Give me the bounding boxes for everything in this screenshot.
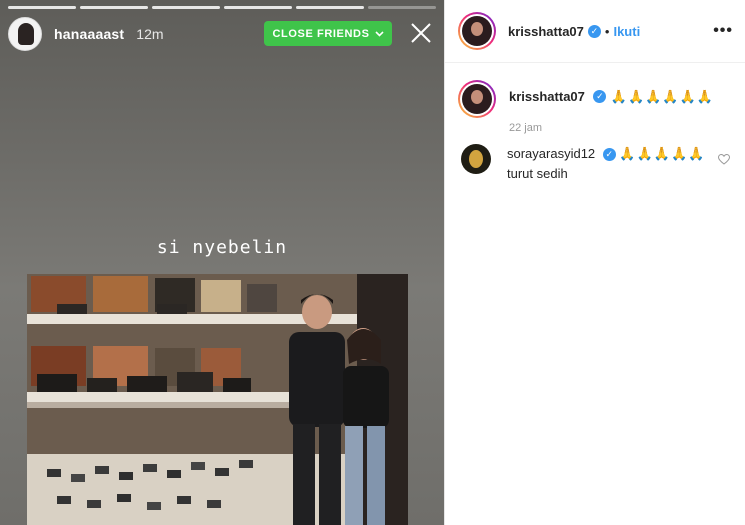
- comment-emoji: 🙏🙏🙏🙏🙏: [619, 146, 706, 161]
- post-header: krisshatta07 ✓ • Ikuti •••: [445, 0, 745, 63]
- separator-dot: •: [604, 23, 610, 39]
- verified-badge-icon: ✓: [602, 148, 616, 162]
- progress-segment: [224, 6, 292, 9]
- comment-row: sorayarasyid12 ✓ 🙏🙏🙏🙏🙏 turut sedih: [458, 134, 732, 181]
- progress-segment: [80, 6, 148, 9]
- follow-button[interactable]: Ikuti: [613, 24, 640, 39]
- story-time: 12m: [136, 26, 164, 42]
- comment-block: sorayarasyid12 ✓ 🙏🙏🙏🙏🙏 turut sedih: [507, 144, 705, 181]
- story-avatar[interactable]: [8, 17, 42, 51]
- post-username[interactable]: krisshatta07: [508, 24, 584, 39]
- post-detail-panel: krisshatta07 ✓ • Ikuti ••• krisshatta07 …: [444, 0, 745, 525]
- caption-text: 🙏🙏🙏🙏🙏🙏: [610, 89, 714, 104]
- story-progress-bar: [8, 6, 436, 9]
- story-photo: [27, 274, 408, 525]
- progress-segment: [8, 6, 76, 9]
- story-header: hanaaaast 12m CLOSE FRIENDS: [8, 16, 436, 52]
- caption-block: krisshatta07 ✓ 🙏🙏🙏🙏🙏🙏 22 jam: [509, 80, 714, 134]
- post-caption-row: krisshatta07 ✓ 🙏🙏🙏🙏🙏🙏 22 jam: [458, 63, 732, 134]
- close-friends-button[interactable]: CLOSE FRIENDS: [264, 21, 392, 46]
- progress-segment: [152, 6, 220, 9]
- caption-username[interactable]: krisshatta07: [509, 89, 585, 104]
- heart-icon[interactable]: [717, 153, 731, 168]
- story-caption: si nyebelin: [156, 237, 288, 258]
- post-time[interactable]: 22 jam: [509, 122, 714, 134]
- post-comments-area: krisshatta07 ✓ 🙏🙏🙏🙏🙏🙏 22 jam sorayarasyi…: [445, 63, 745, 181]
- caption-avatar[interactable]: [458, 80, 496, 118]
- progress-segment: [296, 6, 364, 9]
- comment-text: turut sedih: [507, 166, 568, 181]
- chevron-down-icon: [374, 29, 384, 39]
- close-icon[interactable]: [410, 22, 432, 44]
- commenter-username[interactable]: sorayarasyid12: [507, 146, 595, 161]
- story-panel[interactable]: hanaaaast 12m CLOSE FRIENDS si nyebelin: [0, 0, 444, 525]
- verified-badge-icon: ✓: [593, 90, 607, 104]
- post-header-info: krisshatta07 ✓ • Ikuti: [508, 24, 640, 39]
- instagram-story-and-post-view: hanaaaast 12m CLOSE FRIENDS si nyebelin: [0, 0, 745, 525]
- story-username[interactable]: hanaaaast: [54, 26, 124, 42]
- more-options-icon[interactable]: •••: [713, 22, 733, 40]
- close-friends-label: CLOSE FRIENDS: [272, 27, 370, 40]
- commenter-avatar[interactable]: [461, 144, 491, 174]
- progress-segment: [368, 6, 436, 9]
- verified-badge-icon: ✓: [587, 24, 601, 38]
- poster-avatar[interactable]: [458, 12, 496, 50]
